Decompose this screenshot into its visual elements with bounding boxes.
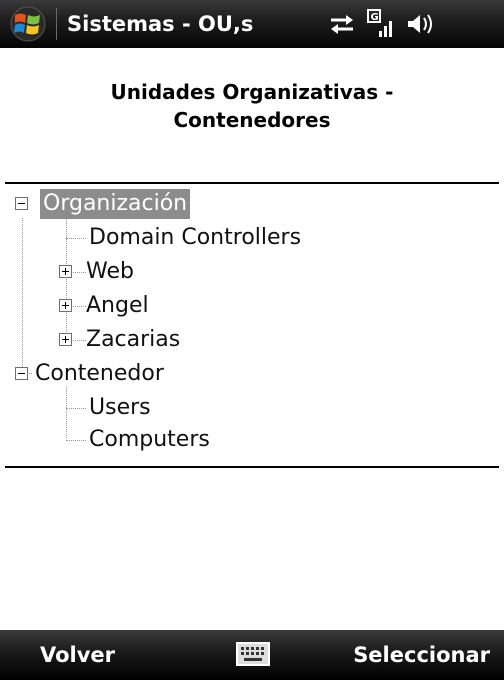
tree-view[interactable]: Organización Domain Controllers Web Ange… xyxy=(0,184,504,464)
start-button[interactable] xyxy=(0,0,56,48)
collapse-toggle[interactable] xyxy=(15,367,28,380)
signal-icon[interactable]: G xyxy=(367,9,395,39)
sync-arrows-icon[interactable] xyxy=(327,12,357,36)
keyboard-icon[interactable] xyxy=(236,642,270,666)
tree-node-label[interactable]: Web xyxy=(83,257,137,287)
page-title: Unidades Organizativas - Contenedores xyxy=(110,80,394,132)
soft-key-bar: Volver Seleccionar xyxy=(0,630,504,680)
svg-text:G: G xyxy=(371,12,379,23)
tree-node-label[interactable]: Contenedor xyxy=(32,359,167,389)
tree-node-label[interactable]: Users xyxy=(86,393,154,423)
system-tray[interactable]: G xyxy=(327,9,435,39)
tree-node-zacarias[interactable]: Zacarias xyxy=(0,323,183,357)
tree-node-computers[interactable]: Computers xyxy=(0,423,213,457)
title-separator xyxy=(56,8,57,40)
app-title: Sistemas - OU,s xyxy=(67,12,254,36)
bottom-divider xyxy=(5,466,499,468)
expand-toggle[interactable] xyxy=(59,265,72,278)
tree-node-label[interactable]: Zacarias xyxy=(83,325,183,355)
tree-node-angel[interactable]: Angel xyxy=(0,289,152,323)
tree-node-organizacion[interactable]: Organización xyxy=(0,187,191,221)
collapse-toggle[interactable] xyxy=(15,197,28,210)
select-button[interactable]: Seleccionar xyxy=(353,643,490,667)
tree-node-web[interactable]: Web xyxy=(0,255,137,289)
volume-icon[interactable] xyxy=(405,12,435,36)
back-button[interactable]: Volver xyxy=(40,643,115,667)
tree-node-contenedor[interactable]: Contenedor xyxy=(0,357,167,391)
page-header: Unidades Organizativas - Contenedores xyxy=(0,48,504,181)
tree-node-label[interactable]: Organización xyxy=(40,189,191,219)
expand-toggle[interactable] xyxy=(59,299,72,312)
tree-node-domain-controllers[interactable]: Domain Controllers xyxy=(0,221,304,255)
tree-node-label[interactable]: Computers xyxy=(86,425,213,455)
title-bar: Sistemas - OU,s G xyxy=(0,0,504,48)
windows-start-icon xyxy=(10,6,46,42)
tree-node-users[interactable]: Users xyxy=(0,391,154,425)
tree-node-label[interactable]: Domain Controllers xyxy=(86,223,304,253)
tree-node-label[interactable]: Angel xyxy=(83,291,152,321)
expand-toggle[interactable] xyxy=(59,333,72,346)
